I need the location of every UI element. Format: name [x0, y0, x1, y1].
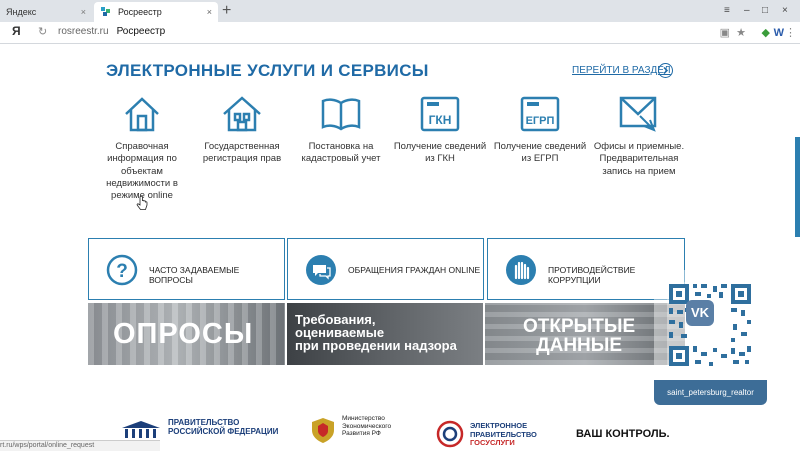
chevron-right-icon[interactable] [658, 63, 673, 78]
egrp-badge: ЕГРП [526, 115, 555, 127]
star-icon[interactable]: ★ [736, 25, 746, 41]
vk-logo-icon: VK [686, 300, 714, 326]
coat-of-arms-icon [312, 418, 334, 443]
service-label: Получение сведений из ГКН [393, 141, 487, 165]
minimize-icon[interactable]: – [744, 0, 750, 22]
address-bar: Я ↻ rosreestr.ru Росреестр ▣ ★ ◆ W ⋮ [0, 22, 800, 44]
word-extension-icon[interactable]: W [774, 25, 784, 41]
tab-title: Яндекс [6, 7, 37, 17]
url-domain: rosreestr.ru [58, 26, 109, 37]
citizen-appeals-label: ОБРАЩЕНИЯ ГРАЖДАН ONLINE [348, 265, 481, 275]
logo-line: ГОСУСЛУГИ [470, 438, 515, 447]
surveys-banner[interactable]: ОПРОСЫ [88, 303, 285, 365]
banner-title: Требования, оцениваемые при проведении н… [295, 313, 457, 352]
gosuslugi-emblem-icon [436, 420, 464, 448]
service-reference-info[interactable]: Справочная информация по объектам недвиж… [92, 92, 192, 202]
maximize-icon[interactable]: □ [762, 0, 768, 22]
hand-cursor-icon [136, 196, 148, 210]
service-label: Офисы и приемные. Предварительная запись… [593, 141, 685, 177]
vk-qr-overlay: VK saint_petersburg_realtor [654, 270, 767, 405]
service-gkn[interactable]: ГКН Получение сведений из ГКН [390, 92, 490, 166]
vash-kontrol-logo[interactable]: ВАШ КОНТРОЛЬ. [576, 429, 670, 440]
chat-icon [306, 255, 336, 285]
vk-username: saint_petersburg_realtor [654, 380, 767, 405]
service-label: Получение сведений из ЕГРП [493, 141, 587, 165]
offices-icon [619, 96, 657, 132]
service-egrp[interactable]: ЕГРП Получение сведений из ЕГРП [490, 92, 590, 166]
citizen-appeals-box[interactable]: ОБРАЩЕНИЯ ГРАЖДАН ONLINE [287, 238, 484, 300]
logo-line: Министерство [342, 415, 385, 422]
question-icon: ? [106, 254, 138, 286]
service-registration[interactable]: Государственная регистрация прав [192, 92, 292, 166]
svg-text:?: ? [116, 261, 128, 282]
service-label: Справочная информация по объектам недвиж… [106, 141, 178, 202]
faq-label: ЧАСТО ЗАДАВАЕМЫЕ ВОПРОСЫ [149, 265, 240, 285]
section-title: ЭЛЕКТРОННЫЕ УСЛУГИ И СЕРВИСЫ [106, 61, 429, 80]
reader-icon[interactable]: ▣ [720, 25, 730, 41]
shield-icon[interactable]: ◆ [762, 25, 770, 41]
close-icon[interactable]: × [81, 2, 86, 22]
new-tab-icon[interactable]: + [222, 1, 231, 21]
banner-line: при проведении надзора [295, 338, 457, 353]
yandex-logo-icon[interactable]: Я [12, 24, 21, 38]
close-icon[interactable]: × [207, 2, 212, 22]
menu-icon[interactable]: ⋮ [785, 25, 796, 41]
logo-line: РОССИЙСКОЙ ФЕДЕРАЦИИ [168, 427, 279, 436]
registration-house-icon [223, 96, 261, 132]
banner-title: ОТКРЫТЫЕ ДАННЫЕ [523, 317, 635, 355]
url-field[interactable]: rosreestr.ru Росреестр [58, 26, 165, 37]
book-icon [321, 98, 361, 131]
reload-icon[interactable]: ↻ [38, 25, 47, 38]
gkn-badge: ГКН [429, 113, 452, 127]
rosreestr-favicon-icon [101, 7, 110, 16]
logo-line: ПРАВИТЕЛЬСТВО [168, 418, 240, 427]
tab-yandex[interactable]: Яндекс × [0, 2, 92, 22]
tab-title: Росреестр [118, 7, 162, 17]
supervision-requirements-banner[interactable]: Требования, оцениваемые при проведении н… [287, 303, 483, 365]
logo-line: Развития РФ [342, 430, 381, 437]
gkn-icon: ГКН [420, 96, 460, 132]
scroll-accent [795, 137, 800, 237]
goto-section-link[interactable]: ПЕРЕЙТИ В РАЗДЕЛ [572, 65, 671, 76]
browser-tab-bar: Яндекс × Росреестр × + ≡ – □ × [0, 0, 800, 23]
window-close-icon[interactable]: × [782, 0, 788, 22]
service-label: Государственная регистрация прав [202, 141, 282, 165]
bookmarks-icon[interactable]: ≡ [724, 0, 730, 22]
government-building-icon [122, 421, 160, 438]
egrp-icon: ЕГРП [520, 96, 560, 132]
service-cadastral[interactable]: Постановка на кадастровый учет [291, 92, 391, 166]
tab-rosreestr[interactable]: Росреестр × [94, 2, 218, 22]
logo-line: Экономического [342, 422, 392, 430]
house-icon [125, 97, 159, 132]
hand-icon [506, 255, 536, 285]
faq-box[interactable]: ? ЧАСТО ЗАДАВАЕМЫЕ ВОПРОСЫ [88, 238, 285, 300]
service-label: Постановка на кадастровый учет [301, 141, 381, 165]
url-page-title: Росреестр [116, 26, 166, 37]
banner-line: ОТКРЫТЫЕ [523, 316, 636, 337]
service-offices[interactable]: Офисы и приемные. Предварительная запись… [589, 92, 689, 178]
banner-line: ДАННЫЕ [536, 335, 623, 356]
banner-title: ОПРОСЫ [113, 318, 254, 350]
status-bar-url: rt.ru/wps/portal/online_request [0, 440, 160, 451]
